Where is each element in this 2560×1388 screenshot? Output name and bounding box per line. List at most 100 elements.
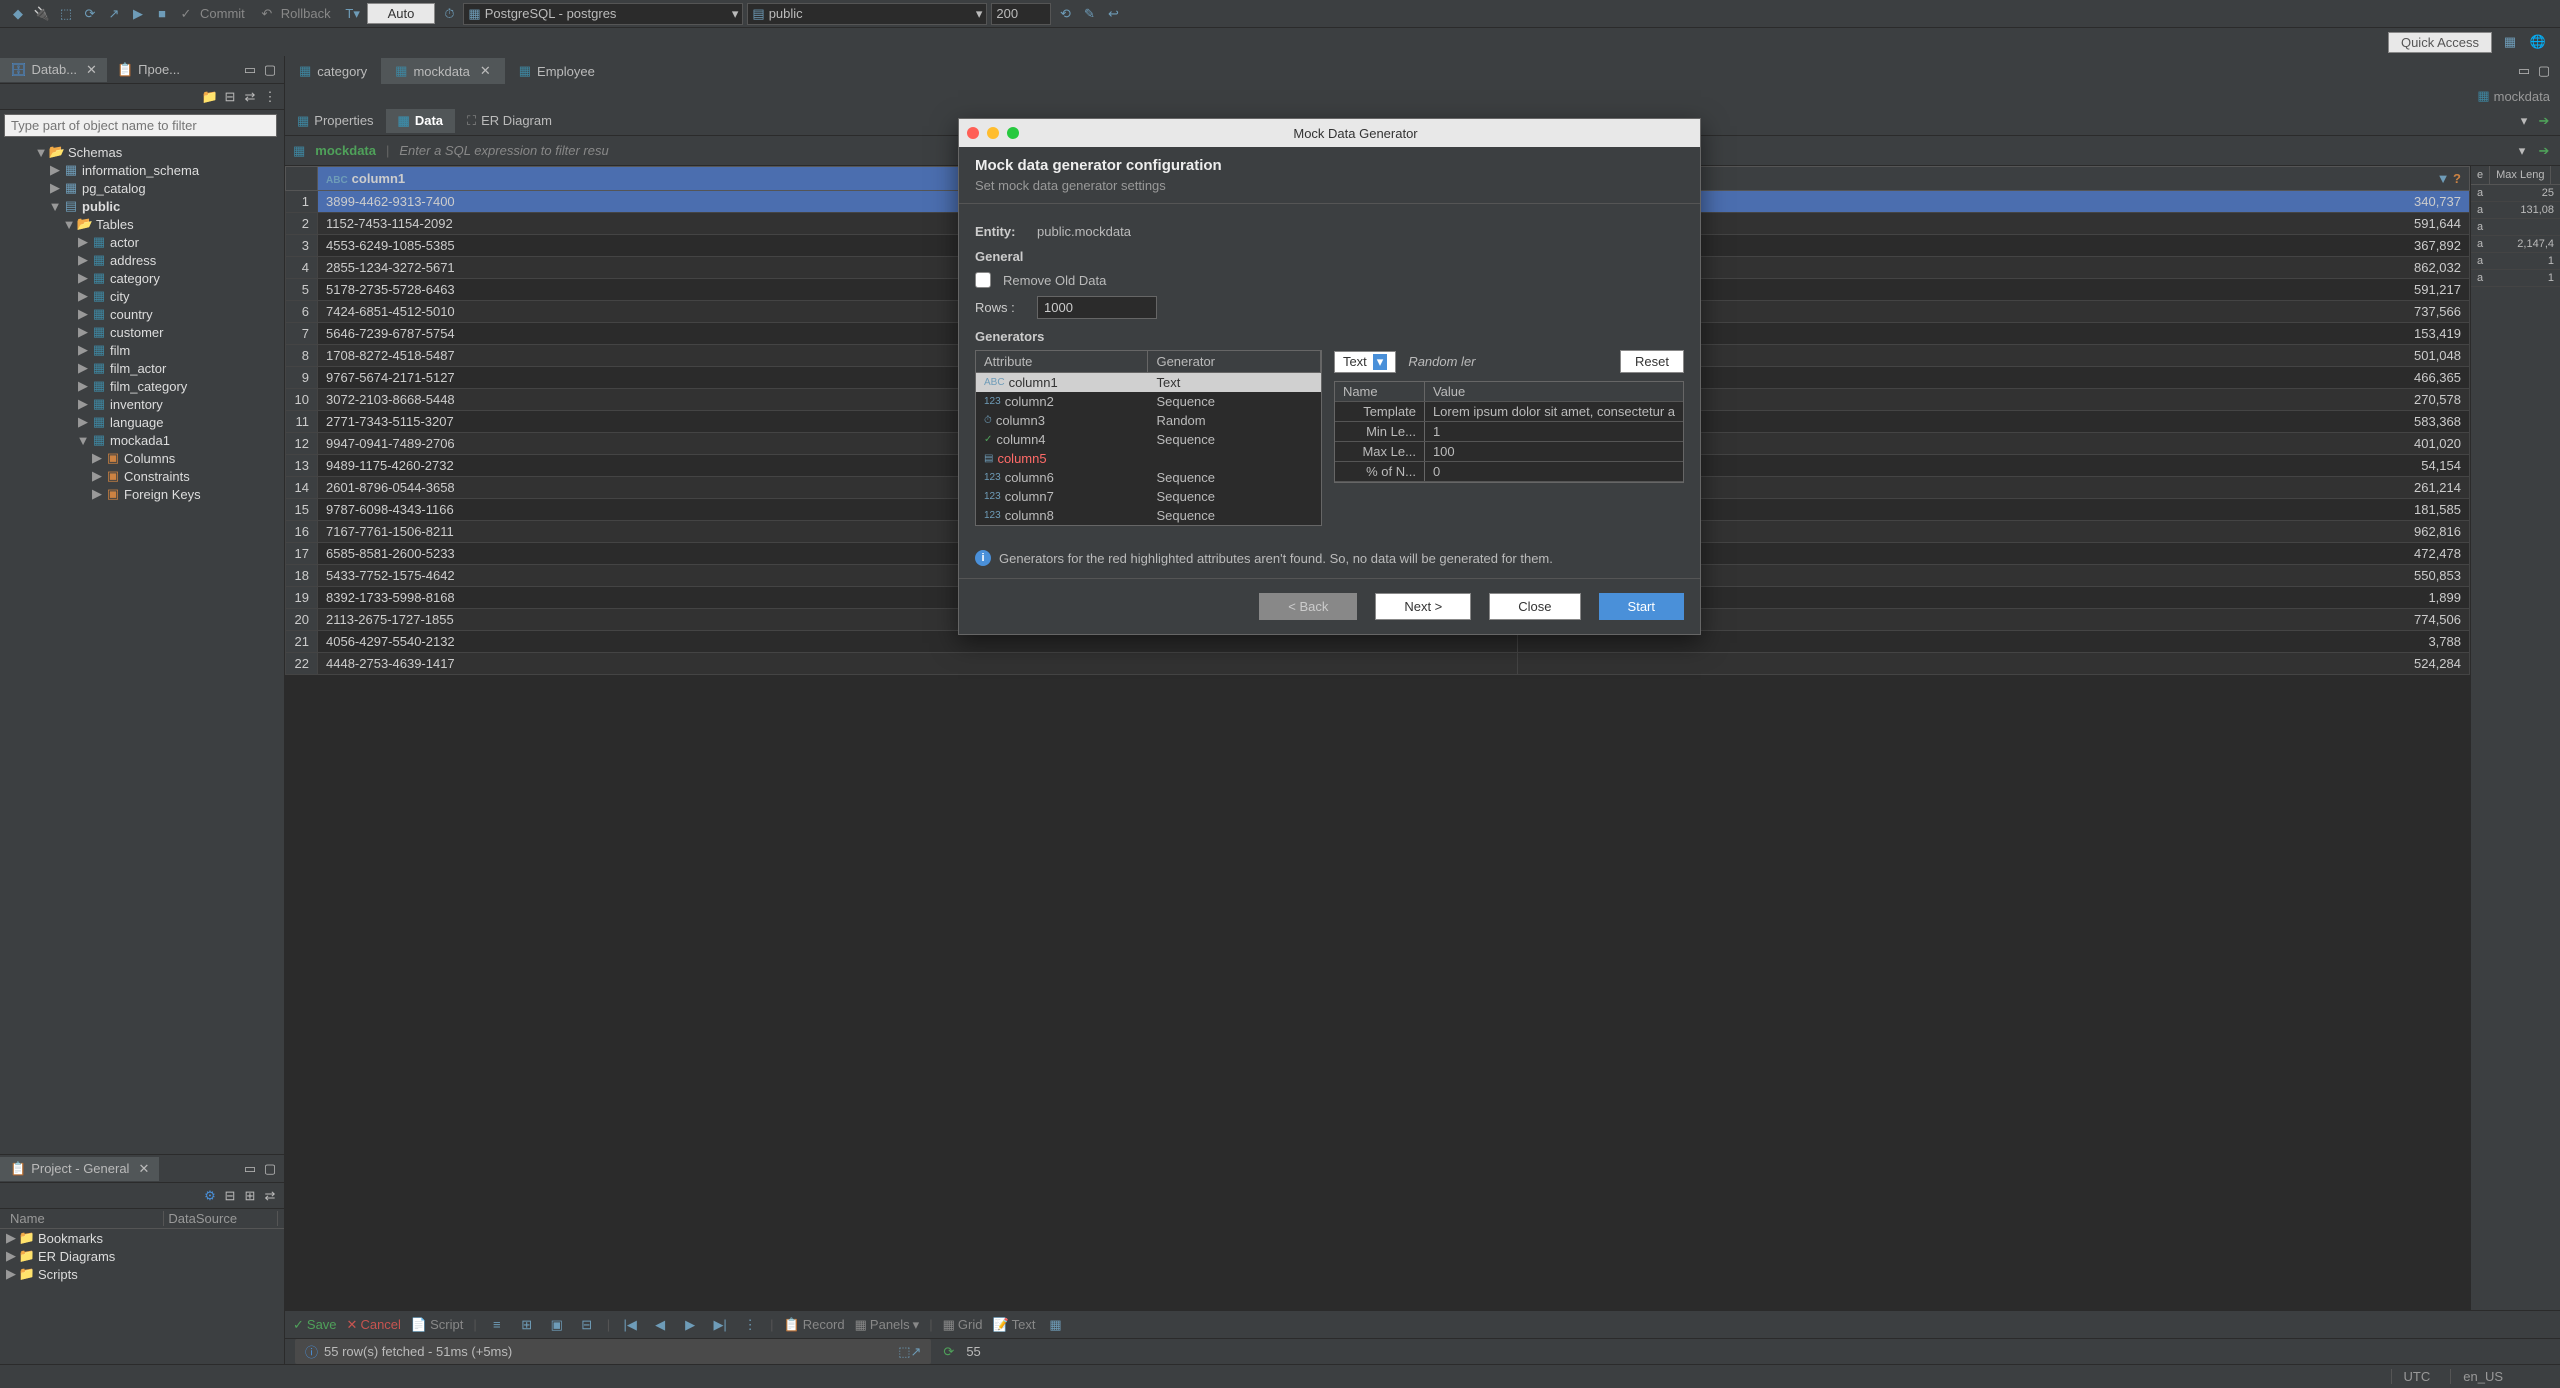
property-row[interactable]: TemplateLorem ipsum dolor sit amet, cons…	[1335, 402, 1683, 422]
sync-icon[interactable]: ⟲	[1055, 4, 1075, 24]
nav-fwd-icon[interactable]: ➔	[2536, 143, 2552, 159]
undo-icon[interactable]: ↩	[1103, 4, 1123, 24]
tree-node-table[interactable]: ▶▦actor	[0, 233, 284, 251]
add-icon[interactable]: ⊞	[242, 1188, 258, 1204]
maximize-icon[interactable]: ▢	[262, 1161, 278, 1177]
sql-icon[interactable]: ⬚	[56, 4, 76, 24]
rows-input[interactable]	[1037, 296, 1157, 319]
table-row[interactable]: 224448-2753-4639-1417524,284	[286, 653, 2470, 675]
db-connect-icon[interactable]: ◆	[8, 4, 28, 24]
subtab-er[interactable]: ⛶ER Diagram	[455, 109, 564, 133]
tree-filter-input[interactable]	[4, 114, 277, 137]
refresh-icon[interactable]: ⟳	[80, 4, 100, 24]
remove-old-data-checkbox[interactable]	[975, 272, 991, 288]
tree-node-pg-catalog[interactable]: ▶▦pg_catalog	[0, 179, 284, 197]
close-icon[interactable]: ✕	[86, 62, 97, 78]
link-icon[interactable]: ⇄	[242, 89, 258, 105]
tree-node-table[interactable]: ▼▦mockada1	[0, 431, 284, 449]
menu-icon[interactable]: ⋮	[262, 89, 278, 105]
add-row-icon[interactable]: ⊞	[517, 1315, 537, 1335]
tree-node-table[interactable]: ▶▦category	[0, 269, 284, 287]
window-minimize-icon[interactable]	[987, 127, 999, 139]
nav-back-icon[interactable]: ▾	[2514, 143, 2530, 159]
play-icon[interactable]: ▶	[128, 4, 148, 24]
tree-node-table[interactable]: ▶▦address	[0, 251, 284, 269]
subtab-data[interactable]: ▦Data	[386, 109, 455, 133]
first-icon[interactable]: |◀	[620, 1315, 640, 1335]
tree-node-info-schema[interactable]: ▶▦information_schema	[0, 161, 284, 179]
tab-database-navigator[interactable]: 🗄 Datab... ✕	[0, 58, 107, 82]
stop-icon[interactable]: ■	[152, 4, 172, 24]
prev-icon[interactable]: ◀	[650, 1315, 670, 1335]
panels-button[interactable]: ▦ Panels ▾	[855, 1317, 920, 1333]
link-icon[interactable]: ⇄	[262, 1188, 278, 1204]
quick-access-button[interactable]: Quick Access	[2388, 32, 2492, 53]
next-icon[interactable]: ▶	[680, 1315, 700, 1335]
forward-icon[interactable]: ➔	[2536, 113, 2552, 129]
project-item[interactable]: ▶📁Bookmarks	[0, 1229, 284, 1247]
minimize-icon[interactable]: ▭	[242, 1161, 258, 1177]
last-icon[interactable]: ▶|	[710, 1315, 730, 1335]
gear-icon[interactable]: ⚙	[202, 1188, 218, 1204]
generator-properties-table[interactable]: Name Value TemplateLorem ipsum dolor sit…	[1334, 381, 1684, 483]
close-button[interactable]: Close	[1489, 593, 1580, 620]
perspective-icon[interactable]: ▦	[2500, 32, 2520, 52]
export-icon[interactable]: ⬚↗	[898, 1344, 921, 1360]
tree-node-table[interactable]: ▶▦customer	[0, 323, 284, 341]
window-zoom-icon[interactable]	[1007, 127, 1019, 139]
rollback-icon[interactable]: ↶	[257, 4, 277, 24]
arrow-icon[interactable]: ↗	[104, 4, 124, 24]
editor-tab-mockdata[interactable]: ▦mockdata✕	[381, 58, 505, 84]
tree-node-table[interactable]: ▶▦city	[0, 287, 284, 305]
grid-view-button[interactable]: ▦ Grid	[943, 1317, 983, 1333]
schema-selector[interactable]: ▤ public ▾	[747, 3, 987, 25]
maximize-icon[interactable]: ▢	[2536, 63, 2552, 79]
project-item[interactable]: ▶📁Scripts	[0, 1265, 284, 1283]
back-button[interactable]: < Back	[1259, 593, 1357, 620]
generator-row[interactable]: ✓ column4Sequence	[976, 430, 1321, 449]
property-row[interactable]: % of N...0	[1335, 462, 1683, 482]
tree-node-table[interactable]: ▶▦inventory	[0, 395, 284, 413]
project-item[interactable]: ▶📁ER Diagrams	[0, 1247, 284, 1265]
close-icon[interactable]: ✕	[480, 63, 491, 79]
minimize-icon[interactable]: ▭	[242, 62, 258, 78]
tx-mode-icon[interactable]: T▾	[343, 4, 363, 24]
minimize-icon[interactable]: ▭	[2516, 63, 2532, 79]
generator-row[interactable]: ⏱ column3Random	[976, 411, 1321, 430]
property-row[interactable]: Max Le...100	[1335, 442, 1683, 462]
extra-view-icon[interactable]: ▦	[1045, 1315, 1065, 1335]
auto-commit-button[interactable]: Auto	[367, 3, 436, 24]
align-icon[interactable]: ≡	[487, 1315, 507, 1335]
tree-node-schemas[interactable]: ▼📂Schemas	[0, 143, 284, 161]
editor-tab-employee[interactable]: ▦Employee	[505, 58, 609, 84]
menu-icon[interactable]: ▾	[2516, 113, 2532, 129]
folder-icon[interactable]: 📁	[202, 89, 218, 105]
tree-node-public[interactable]: ▼▤public	[0, 197, 284, 215]
options-icon[interactable]: ⋮	[740, 1315, 760, 1335]
generator-row[interactable]: ▤ column5	[976, 449, 1321, 468]
tree-node-table[interactable]: ▶▦language	[0, 413, 284, 431]
collapse-icon[interactable]: ⊟	[222, 1188, 238, 1204]
maximize-icon[interactable]: ▢	[262, 62, 278, 78]
generators-table[interactable]: Attribute Generator ABC column1Text123 c…	[975, 350, 1322, 526]
commit-icon[interactable]: ✓	[176, 4, 196, 24]
filter-hint[interactable]: Enter a SQL expression to filter resu	[399, 143, 608, 158]
refresh-icon[interactable]: ⟳	[943, 1344, 954, 1360]
plug-icon[interactable]: 🔌	[32, 4, 52, 24]
generator-row[interactable]: 123 column8Sequence	[976, 506, 1321, 525]
tab-project[interactable]: 📋 Прое...	[107, 58, 190, 82]
next-button[interactable]: Next >	[1375, 593, 1471, 620]
text-view-button[interactable]: 📝 Text	[992, 1317, 1035, 1333]
collapse-icon[interactable]: ⊟	[222, 89, 238, 105]
tree-node-table[interactable]: ▶▦film	[0, 341, 284, 359]
window-close-icon[interactable]	[967, 127, 979, 139]
clock-icon[interactable]: ⏱	[439, 4, 459, 24]
close-icon[interactable]: ✕	[138, 1161, 149, 1177]
del-row-icon[interactable]: ⊟	[577, 1315, 597, 1335]
dup-row-icon[interactable]: ▣	[547, 1315, 567, 1335]
tree-node-fks[interactable]: ▶▣Foreign Keys	[0, 485, 284, 503]
subtab-properties[interactable]: ▦Properties	[285, 109, 386, 133]
tree-node-constraints[interactable]: ▶▣Constraints	[0, 467, 284, 485]
generator-row[interactable]: ABC column1Text	[976, 373, 1321, 392]
tree-node-columns[interactable]: ▶▣Columns	[0, 449, 284, 467]
